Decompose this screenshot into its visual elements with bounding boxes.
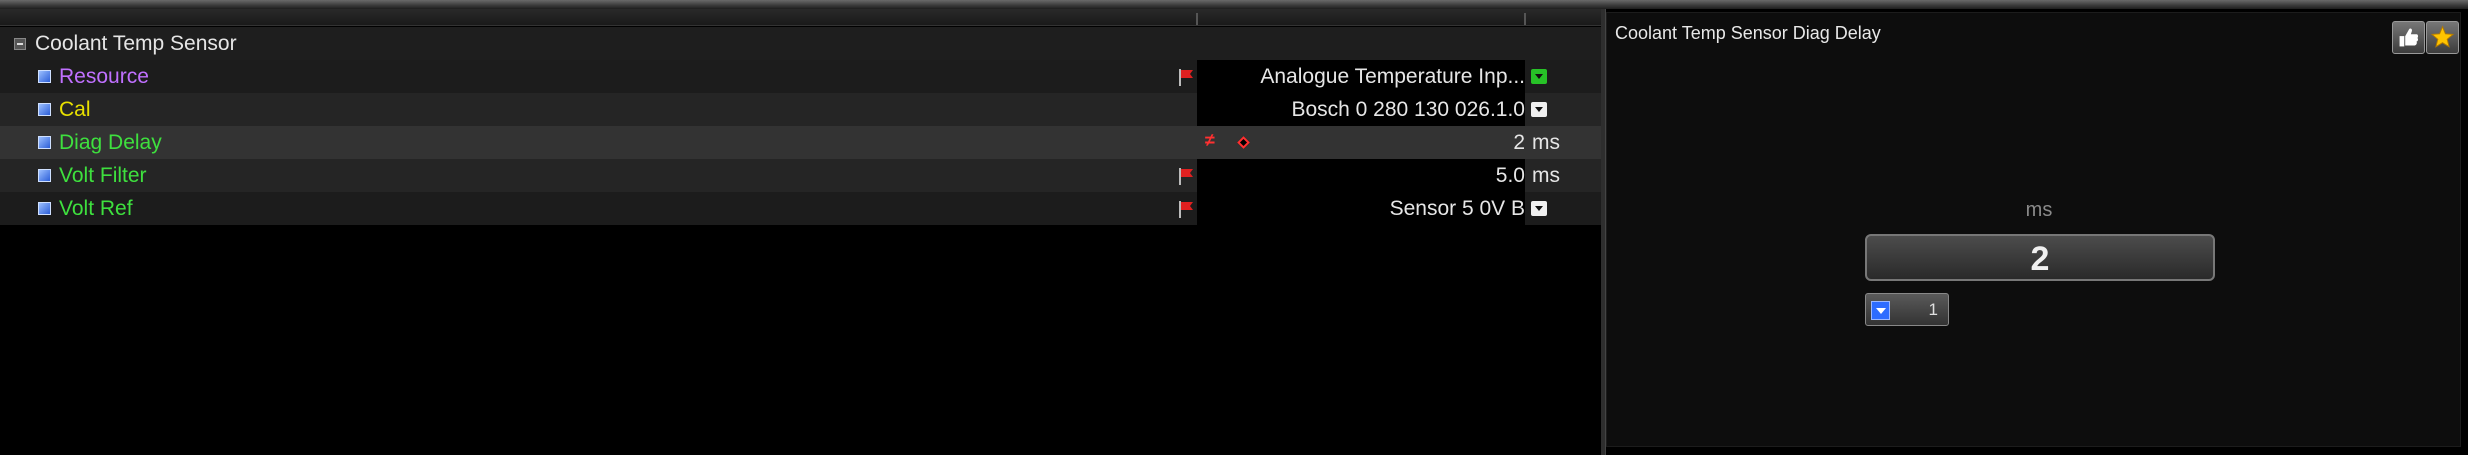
name-cell: Resource	[0, 60, 1197, 93]
red-flag-icon	[1179, 69, 1193, 86]
step-selector[interactable]: 1	[1865, 293, 1949, 326]
parameter-tree-panel: Coolant Temp Sensor Resource Analogue Te…	[0, 9, 1601, 455]
item-label: Resource	[59, 65, 149, 88]
red-flag-icon	[1179, 201, 1193, 218]
parameter-icon	[38, 202, 51, 215]
tree-row-volt-ref[interactable]: Volt Ref Sensor 5 0V B	[0, 192, 1601, 225]
unit-text: ms	[1532, 131, 1560, 154]
value-cell[interactable]: 5.0	[1197, 159, 1525, 192]
star-icon	[2430, 25, 2455, 48]
favorite-button[interactable]	[2426, 21, 2459, 54]
item-label: Cal	[59, 98, 91, 121]
unit-cell	[1525, 60, 1601, 93]
value-text: Analogue Temperature Inp...	[1260, 65, 1525, 88]
detail-title: Coolant Temp Sensor Diag Delay	[1615, 23, 1881, 43]
value-cell[interactable]: Sensor 5 0V B	[1197, 192, 1525, 225]
step-dropdown-button[interactable]	[1871, 301, 1890, 320]
parameter-icon	[38, 70, 51, 83]
unit-cell	[1525, 93, 1601, 126]
tree-row-resource[interactable]: Resource Analogue Temperature Inp...	[0, 60, 1601, 93]
parameter-icon	[38, 103, 51, 116]
value-text: Sensor 5 0V B	[1389, 197, 1525, 220]
tree-row-cal[interactable]: Cal Bosch 0 280 130 026.1.0	[0, 93, 1601, 126]
unit-cell: ms	[1525, 126, 1601, 159]
name-cell: Cal	[0, 93, 1197, 126]
item-label: Volt Filter	[59, 164, 147, 187]
collapse-icon[interactable]	[14, 38, 26, 50]
value-cell[interactable]: Bosch 0 280 130 026.1.0	[1197, 93, 1525, 126]
name-cell: Diag Delay	[0, 126, 1197, 159]
dropdown-button[interactable]	[1531, 69, 1547, 84]
value-text: 5.0	[1495, 164, 1525, 187]
column-divider[interactable]	[1524, 13, 1526, 25]
value-text: 2	[1513, 131, 1525, 154]
item-label: Volt Ref	[59, 197, 133, 220]
dropdown-button[interactable]	[1531, 201, 1547, 216]
step-value: 1	[1928, 300, 1938, 319]
unit-cell: ms	[1525, 159, 1601, 192]
value-input-text: 2	[2030, 240, 2050, 278]
column-divider[interactable]	[1196, 13, 1198, 25]
unit-cell	[1525, 27, 1601, 60]
tree-group-row[interactable]: Coolant Temp Sensor	[0, 27, 1601, 60]
not-equal-icon: ≠	[1205, 130, 1215, 150]
value-input[interactable]: 2	[1865, 234, 2215, 281]
name-cell: Coolant Temp Sensor	[0, 27, 1197, 60]
detail-content: Coolant Temp Sensor Diag Delay ms 2 1	[1606, 12, 2461, 447]
detail-panel: Coolant Temp Sensor Diag Delay ms 2 1	[1605, 9, 2468, 455]
name-cell: Volt Ref	[0, 192, 1197, 225]
thumbs-up-button[interactable]	[2392, 21, 2425, 54]
name-cell: Volt Filter	[0, 159, 1197, 192]
tree-row-volt-filter[interactable]: Volt Filter 5.0 ms	[0, 159, 1601, 192]
thumbs-up-icon	[2399, 28, 2419, 47]
tree-row-diag-delay[interactable]: Diag Delay 2 ms ≠	[0, 126, 1601, 159]
parameter-icon	[38, 136, 51, 149]
parameter-icon	[38, 169, 51, 182]
item-label: Diag Delay	[59, 131, 162, 154]
unit-cell	[1525, 192, 1601, 225]
value-unit-label: ms	[2025, 199, 2053, 221]
column-header	[0, 9, 1601, 26]
red-flag-icon	[1179, 168, 1193, 185]
dropdown-button[interactable]	[1531, 102, 1547, 117]
value-cell[interactable]: Analogue Temperature Inp...	[1197, 60, 1525, 93]
group-label: Coolant Temp Sensor	[35, 32, 237, 55]
value-cell	[1197, 27, 1525, 60]
unit-text: ms	[1532, 164, 1560, 187]
value-text: Bosch 0 280 130 026.1.0	[1291, 98, 1525, 121]
top-strip	[0, 0, 2468, 9]
